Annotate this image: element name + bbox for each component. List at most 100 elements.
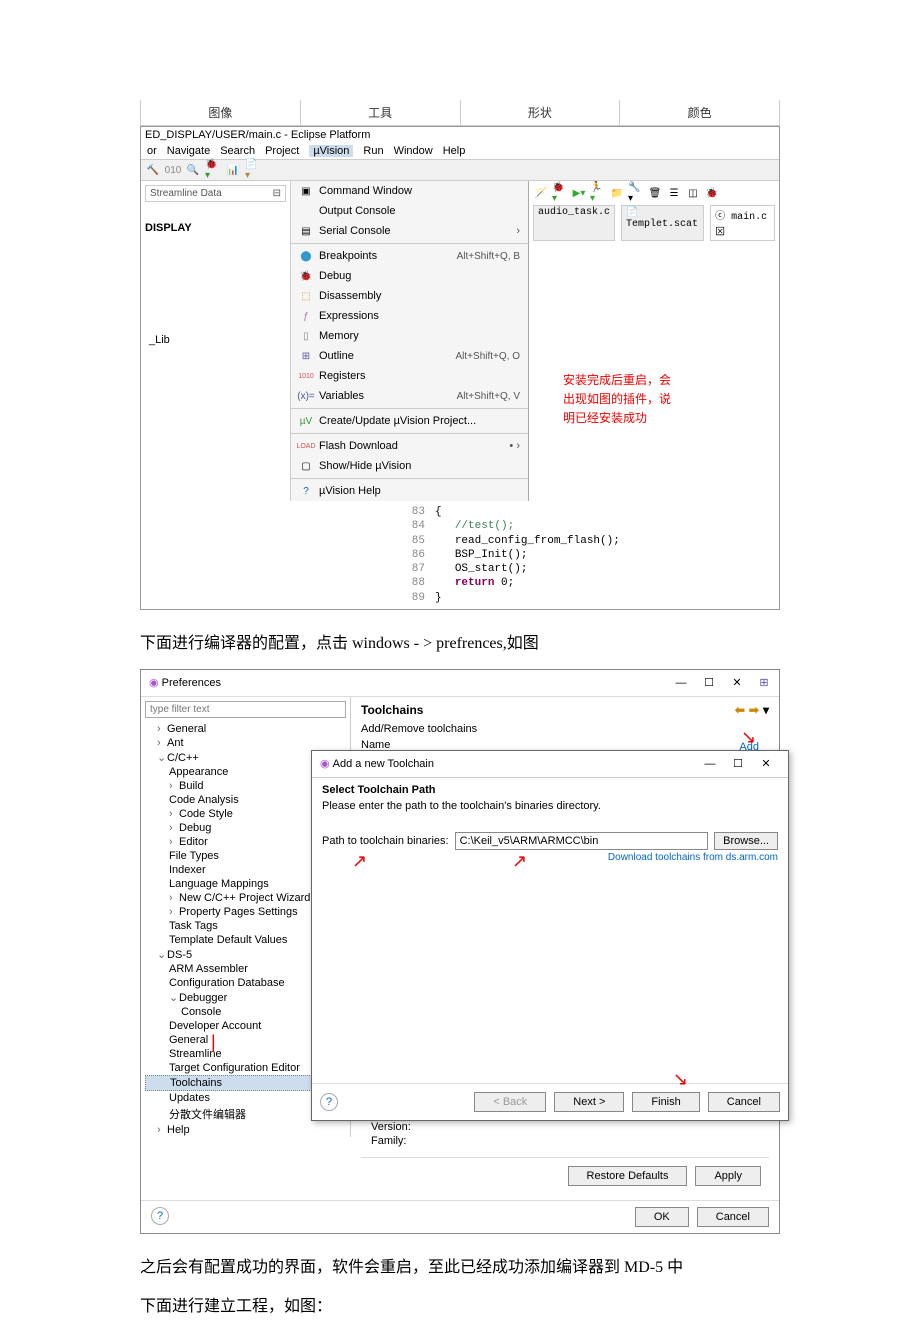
prefs-help-icon[interactable]: ?: [151, 1207, 169, 1225]
menu-item-command-window[interactable]: ▣Command Window: [291, 181, 528, 201]
maximize-button[interactable]: ☐: [695, 674, 723, 692]
restore-defaults-button[interactable]: Restore Defaults: [568, 1166, 688, 1186]
eclipse-toolbar: 🔨 010 🔍 🐞▾ 📊 📄▾: [141, 160, 779, 181]
ext-run-icon[interactable]: 🏃▾: [590, 185, 606, 201]
menu-item-output-console[interactable]: Output Console: [291, 201, 528, 221]
menu-or[interactable]: or: [147, 145, 157, 157]
dialog-icon: ◉: [320, 757, 330, 770]
window-icon: ▢: [299, 459, 313, 473]
streamline-data: Streamline Data⊟: [145, 185, 286, 202]
menu-run[interactable]: Run: [363, 145, 383, 157]
menu-item-show-hide[interactable]: ▢Show/Hide µVision: [291, 456, 528, 476]
debug2-icon[interactable]: 🐞: [704, 185, 720, 201]
back-icon[interactable]: ⬅: [735, 703, 745, 717]
tab-main[interactable]: ⓒ main.c ⊠: [710, 205, 775, 241]
menu-project[interactable]: Project: [265, 145, 299, 157]
eclipse-right-panel: 🪄 🐞▾ ▶▾ 🏃▾ 📁 🔧▾ 🗑 ☰ ◫ 🐞 audio_task.c 📄 T…: [529, 181, 779, 501]
top-tab-image[interactable]: 图像: [140, 100, 301, 125]
eclipse-title: ED_DISPLAY/USER/main.c - Eclipse Platfor…: [141, 127, 779, 143]
disasm-icon: ⬚: [299, 289, 313, 303]
ok-button[interactable]: OK: [635, 1207, 689, 1227]
tree-lib[interactable]: _Lib: [145, 334, 286, 346]
doc-text-2: 之后会有配置成功的界面，软件会重启，至此已经成功添加编译器到 MD-5 中: [0, 1234, 920, 1293]
menu-item-create-update[interactable]: µVCreate/Update µVision Project...: [291, 411, 528, 431]
chevron-right-icon: • ›: [509, 440, 520, 452]
menu-item-outline[interactable]: ⊞OutlineAlt+Shift+Q, O: [291, 346, 528, 366]
tab-templet[interactable]: 📄 Templet.scat: [621, 205, 704, 241]
menu-window[interactable]: Window: [394, 145, 433, 157]
console-icon: [299, 204, 313, 218]
binary-icon[interactable]: 010: [165, 162, 181, 178]
doc-text-1: 下面进行编译器的配置，点击 windows - > prefrences,如图: [0, 610, 920, 669]
expr-icon: ƒ: [299, 309, 313, 323]
select-path-heading: Select Toolchain Path: [322, 784, 778, 796]
path-label: Path to toolchain binaries:: [322, 835, 449, 847]
dialog-minimize[interactable]: —: [696, 755, 724, 773]
top-tab-tool[interactable]: 工具: [301, 100, 461, 125]
new-icon[interactable]: 📄▾: [245, 162, 261, 178]
dialog-title: Add a new Toolchain: [333, 758, 696, 770]
debug-icon[interactable]: 🐞▾: [205, 162, 221, 178]
menu-item-memory[interactable]: ▯Memory: [291, 326, 528, 346]
menu-item-disassembly[interactable]: ⬚Disassembly: [291, 286, 528, 306]
finish-button[interactable]: Finish: [632, 1092, 699, 1112]
top-tab-color[interactable]: 颜色: [620, 100, 780, 125]
menu-item-expressions[interactable]: ƒExpressions: [291, 306, 528, 326]
toggle-icon[interactable]: ◫: [685, 185, 701, 201]
back-button: < Back: [474, 1092, 546, 1112]
doc-text-3: 下面进行建立工程，如图：: [0, 1293, 920, 1331]
apply-button[interactable]: Apply: [695, 1166, 761, 1186]
prefs-heading: Toolchains: [361, 703, 423, 717]
menu-item-serial-console[interactable]: ▤Serial Console›: [291, 221, 528, 241]
add-remove-label: Add/Remove toolchains: [361, 723, 769, 735]
wand-icon[interactable]: 🪄: [533, 185, 549, 201]
menu-search[interactable]: Search: [220, 145, 255, 157]
download-link[interactable]: Download toolchains from ds.arm.com: [322, 852, 778, 863]
dialog-maximize[interactable]: ☐: [724, 755, 752, 773]
prefs-title: Preferences: [162, 677, 667, 689]
tree-ant[interactable]: ›Ant: [145, 736, 346, 750]
menu-item-debug[interactable]: 🐞Debug: [291, 266, 528, 286]
debug-icon[interactable]: 🐞▾: [552, 185, 568, 201]
trash-icon[interactable]: 🗑: [647, 185, 663, 201]
menu-item-breakpoints[interactable]: ⬤BreakpointsAlt+Shift+Q, B: [291, 246, 528, 266]
path-input[interactable]: [455, 832, 709, 850]
tree-general[interactable]: ›General: [145, 722, 346, 736]
search-icon[interactable]: 🔍: [185, 162, 201, 178]
filter-input[interactable]: [145, 701, 346, 718]
menu-help[interactable]: Help: [443, 145, 466, 157]
close-button[interactable]: ✕: [723, 674, 751, 692]
registers-icon: 1010: [299, 369, 313, 383]
folder-icon[interactable]: 📁: [609, 185, 625, 201]
tree-display[interactable]: DISPLAY: [145, 222, 286, 234]
bug-icon: 🐞: [299, 269, 313, 283]
list-icon[interactable]: ☰: [666, 185, 682, 201]
menu-item-variables[interactable]: (x)=VariablesAlt+Shift+Q, V: [291, 386, 528, 406]
hammer-icon[interactable]: 🔨: [145, 162, 161, 178]
tab-audio[interactable]: audio_task.c: [533, 205, 615, 241]
minimize-button[interactable]: —: [667, 674, 695, 692]
fwd-icon[interactable]: ➡: [749, 703, 759, 717]
collapse-icon[interactable]: ⊟: [273, 188, 281, 199]
menu-icon[interactable]: ▾: [763, 703, 769, 717]
browse-button[interactable]: Browse...: [714, 832, 778, 850]
dialog-help-icon[interactable]: ?: [320, 1093, 338, 1111]
uvision-dropdown-menu: ▣Command Window Output Console ▤Serial C…: [291, 181, 529, 501]
menu-item-registers[interactable]: 1010Registers: [291, 366, 528, 386]
menu-uvision[interactable]: µVision: [309, 145, 353, 157]
preferences-screenshot: www.bdocx.com ◉ Preferences — ☐ ✕ ⊞ ›Gen…: [140, 669, 780, 1234]
outline-view-icon[interactable]: ⊞: [757, 676, 771, 689]
dialog-close[interactable]: ✕: [752, 755, 780, 773]
menu-navigate[interactable]: Navigate: [167, 145, 210, 157]
cancel-button[interactable]: Cancel: [708, 1092, 780, 1112]
prefs-cancel-button[interactable]: Cancel: [697, 1207, 769, 1227]
top-tab-shape[interactable]: 形状: [461, 100, 621, 125]
prefs-icon: ◉: [149, 676, 159, 689]
menu-item-uvision-help[interactable]: ?µVision Help: [291, 481, 528, 501]
tree-help[interactable]: ›Help: [145, 1123, 346, 1137]
tool-icon[interactable]: 🔧▾: [628, 185, 644, 201]
chart-icon[interactable]: 📊: [225, 162, 241, 178]
menu-item-flash-download[interactable]: LOADFlash Download• ›: [291, 436, 528, 456]
next-button[interactable]: Next >: [554, 1092, 624, 1112]
run-icon[interactable]: ▶▾: [571, 185, 587, 201]
